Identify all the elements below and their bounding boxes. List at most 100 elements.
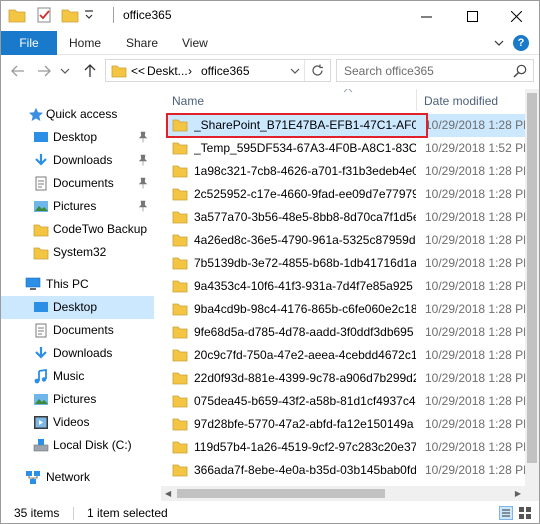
folder-icon: [172, 188, 188, 201]
address-part-desktop[interactable]: Deskt...: [147, 64, 188, 78]
scroll-left-arrow-icon[interactable]: ◀: [165, 489, 171, 498]
column-header-name[interactable]: Name: [172, 94, 204, 116]
search-box[interactable]: Search office365: [336, 59, 534, 82]
search-input[interactable]: Search office365: [344, 64, 434, 78]
nav-pc-desktop[interactable]: Desktop: [1, 296, 154, 319]
column-header-date-modified[interactable]: Date modified: [424, 94, 498, 116]
tab-file[interactable]: File: [1, 31, 57, 55]
file-date-modified: 10/29/2018 1:28 PM: [425, 463, 525, 477]
file-row[interactable]: 2c525952-c17e-4660-9fad-ee09d7e77979 10/2…: [167, 183, 525, 206]
vertical-scrollbar[interactable]: [525, 89, 539, 486]
file-row[interactable]: 1a98c321-7cb8-4626-a701-f31b3edeb4e0 10/2…: [167, 160, 525, 183]
nav-pc-local-disk[interactable]: Local Disk (C:): [1, 434, 154, 457]
horizontal-scrollbar[interactable]: ◀ ▶: [161, 486, 525, 501]
documents-icon: [35, 176, 47, 191]
up-button[interactable]: [81, 62, 99, 80]
expand-ribbon-chevron-icon[interactable]: [493, 37, 505, 49]
computer-icon: [25, 277, 41, 290]
nav-pc-pictures[interactable]: Pictures: [1, 388, 154, 411]
column-divider[interactable]: [416, 89, 417, 111]
nav-qa-pictures[interactable]: Pictures: [1, 195, 154, 218]
status-divider: [73, 507, 74, 520]
tab-share[interactable]: Share: [126, 36, 158, 50]
file-name: 97d28bfe-5770-47a2-abfd-fa12e150149a: [194, 417, 414, 431]
nav-label: Documents: [53, 176, 114, 190]
folder-icon: [172, 326, 188, 339]
address-dropdown-icon[interactable]: [290, 67, 300, 75]
file-name: 1a98c321-7cb8-4626-a701-f31b3edeb4e0: [194, 164, 416, 178]
nav-quick-access[interactable]: Quick access: [1, 103, 154, 126]
file-row[interactable]: 9ba4cd9b-98c4-4176-865b-c6fe060e2c18 10/2…: [167, 298, 525, 321]
close-button[interactable]: [493, 1, 539, 31]
help-button[interactable]: ?: [513, 35, 529, 51]
nav-qa-system32[interactable]: System32: [1, 241, 154, 264]
address-separator[interactable]: ›: [188, 64, 192, 78]
file-row[interactable]: 97d28bfe-5770-47a2-abfd-fa12e150149a 10/2…: [167, 413, 525, 436]
desktop-icon: [34, 132, 48, 142]
file-name: 075dea45-b659-43f2-a58b-81d1cf4937c4: [194, 394, 416, 408]
nav-pc-music[interactable]: Music: [1, 365, 154, 388]
file-row[interactable]: 3a577a70-3b56-48e5-8bb8-8d70ca7f1d5e 10/2…: [167, 206, 525, 229]
pin-icon[interactable]: [138, 131, 148, 143]
ribbon-tabs: File Home Share View ?: [1, 31, 539, 55]
file-row[interactable]: 9a4353c4-10f6-41f3-931a-7d4f7e85a925 10/2…: [167, 275, 525, 298]
nav-qa-desktop[interactable]: Desktop: [1, 126, 154, 149]
file-row[interactable]: 366ada7f-8ebe-4e0a-b35d-03b145bab0fd 10/2…: [167, 459, 525, 482]
tab-home[interactable]: Home: [69, 36, 101, 50]
nav-network[interactable]: Network: [1, 466, 154, 489]
documents-icon: [35, 323, 47, 338]
file-date-modified: 10/29/2018 1:28 PM: [425, 256, 525, 270]
customize-chevron-icon[interactable]: [83, 7, 95, 23]
nav-qa-downloads[interactable]: Downloads: [1, 149, 154, 172]
back-button[interactable]: [9, 62, 27, 80]
maximize-icon: [466, 10, 478, 22]
file-row[interactable]: 4a26ed8c-36e5-4790-961a-5325c87959d7 10/2…: [167, 229, 525, 252]
pin-icon[interactable]: [138, 177, 148, 189]
nav-pc-videos[interactable]: Videos: [1, 411, 154, 434]
folder-icon: [33, 224, 49, 237]
recent-locations-button[interactable]: [59, 62, 71, 80]
vertical-scroll-thumb[interactable]: [527, 93, 537, 463]
horizontal-scroll-thumb[interactable]: [177, 489, 385, 498]
file-row[interactable]: 9fe68d5a-d785-4d78-aadd-3f0ddf3db695 10/2…: [167, 321, 525, 344]
large-icons-view-icon[interactable]: [518, 506, 532, 520]
file-row[interactable]: 7b5139db-3e72-4855-b68b-1db41716d1a9 10/2…: [167, 252, 525, 275]
details-view-icon[interactable]: [499, 506, 513, 520]
nav-label: CodeTwo Backup: [53, 222, 148, 236]
address-overflow[interactable]: <<: [131, 64, 145, 78]
minimize-button[interactable]: [403, 1, 449, 31]
nav-qa-codetwo-backup[interactable]: CodeTwo Backup: [1, 218, 154, 241]
file-name: 9fe68d5a-d785-4d78-aadd-3f0ddf3db695: [194, 325, 414, 339]
file-name: 9ba4cd9b-98c4-4176-865b-c6fe060e2c18: [194, 302, 416, 316]
new-folder-icon[interactable]: [61, 7, 79, 23]
file-row[interactable]: _SharePoint_B71E47BA-EFB1-47C1-AF09-... 1…: [167, 114, 525, 137]
nav-qa-documents[interactable]: Documents: [1, 172, 154, 195]
file-row[interactable]: 119d57b4-1a26-4519-9cf2-97c283c20e37 10/2…: [167, 436, 525, 459]
file-name: 22d0f93d-881e-4399-9c78-a906d7b299d2: [194, 371, 416, 385]
properties-icon[interactable]: [36, 7, 54, 23]
file-row[interactable]: _Temp_595DF534-67A3-4F0B-A8C1-83CC... 10/…: [167, 137, 525, 160]
nav-label: Pictures: [53, 199, 97, 213]
pictures-icon: [34, 394, 48, 405]
nav-pc-downloads[interactable]: Downloads: [1, 342, 154, 365]
tab-view[interactable]: View: [182, 36, 208, 50]
scroll-right-arrow-icon[interactable]: ▶: [515, 489, 521, 498]
file-date-modified: 10/29/2018 1:28 PM: [425, 371, 525, 385]
pin-icon[interactable]: [138, 154, 148, 166]
file-row[interactable]: 075dea45-b659-43f2-a58b-81d1cf4937c4 10/2…: [167, 390, 525, 413]
folder-icon[interactable]: [8, 7, 26, 23]
address-part-office365[interactable]: office365: [201, 64, 250, 78]
folder-icon: [172, 395, 188, 408]
file-row[interactable]: 20c9c7fd-750a-47e2-aeea-4cebdd4672c1 10/2…: [167, 344, 525, 367]
file-row[interactable]: 22d0f93d-881e-4399-9c78-a906d7b299d2 10/2…: [167, 367, 525, 390]
forward-button[interactable]: [35, 62, 53, 80]
maximize-button[interactable]: [449, 1, 495, 31]
nav-this-pc[interactable]: This PC: [1, 273, 154, 296]
nav-pc-documents[interactable]: Documents: [1, 319, 154, 342]
folder-icon: [172, 303, 188, 316]
refresh-icon[interactable]: [311, 64, 324, 77]
address-bar[interactable]: << Deskt... › office365: [105, 59, 331, 82]
music-note-icon: [34, 369, 47, 384]
file-date-modified: 10/29/2018 1:28 PM: [425, 417, 525, 431]
pin-icon[interactable]: [138, 200, 148, 212]
